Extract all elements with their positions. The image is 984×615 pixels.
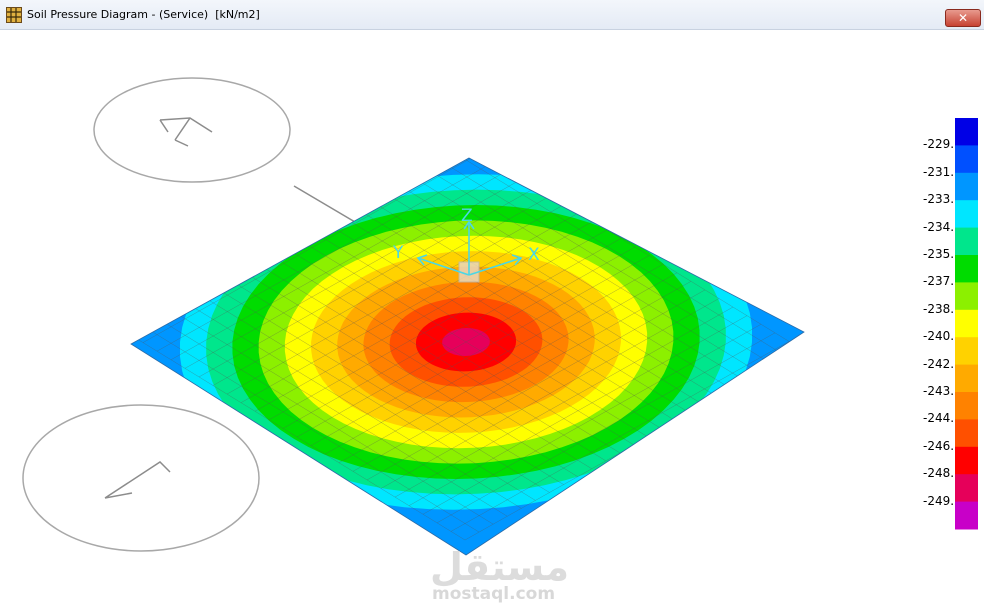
grid-app-icon <box>6 7 22 23</box>
title-bar: Soil Pressure Diagram - (Service) [kN/m2… <box>0 0 984 30</box>
view-rotation-widget-bottom[interactable] <box>22 404 260 552</box>
watermark-latin: mostaql.com <box>432 584 556 604</box>
legend-swatch <box>955 255 978 283</box>
legend-swatch <box>955 227 978 256</box>
watermark-arabic: مستقل <box>430 545 569 589</box>
legend-swatch <box>955 145 978 174</box>
legend-value-label: -249. <box>923 493 955 508</box>
legend-value-label: -243. <box>923 384 955 398</box>
axis-y-label: Y <box>392 243 404 263</box>
legend-swatch <box>955 309 978 338</box>
legend-value-label: -234. <box>923 219 955 234</box>
legend-swatch <box>955 446 978 475</box>
legend-color-bar <box>955 118 978 530</box>
legend-swatch <box>955 419 978 448</box>
legend-value-label: -233. <box>923 192 955 207</box>
legend-value-label: -244. <box>923 411 955 426</box>
legend-swatch <box>955 118 978 146</box>
legend-value-label: -238. <box>923 301 955 316</box>
close-icon: ✕ <box>957 11 969 25</box>
close-button[interactable]: ✕ <box>945 9 981 27</box>
legend-swatch <box>955 501 978 530</box>
legend-swatch <box>955 392 978 420</box>
axis-z-label: Z <box>461 206 473 226</box>
legend-value-label: -240. <box>923 329 955 344</box>
legend-value-label: -237. <box>923 274 955 289</box>
legend-value-label: -235. <box>923 247 955 261</box>
legend-value-label: -248. <box>923 466 955 481</box>
legend-value-label: -242. <box>923 356 955 371</box>
legend-swatch <box>955 474 978 503</box>
axis-x-label: X <box>528 245 540 265</box>
legend-swatch <box>955 337 978 366</box>
legend-swatch <box>955 282 978 311</box>
soil-pressure-viewport[interactable]: Z X Y <box>0 30 984 615</box>
view-rotation-widget-top[interactable] <box>93 77 356 223</box>
legend-swatch <box>955 172 978 201</box>
legend-swatch <box>955 364 978 393</box>
legend-value-label: -229. <box>923 137 955 152</box>
legend-value-label: -231. <box>923 164 955 179</box>
legend-swatch <box>955 200 978 229</box>
window-title: Soil Pressure Diagram - (Service) [kN/m2… <box>27 8 260 21</box>
legend-value-label: -246. <box>923 438 955 453</box>
